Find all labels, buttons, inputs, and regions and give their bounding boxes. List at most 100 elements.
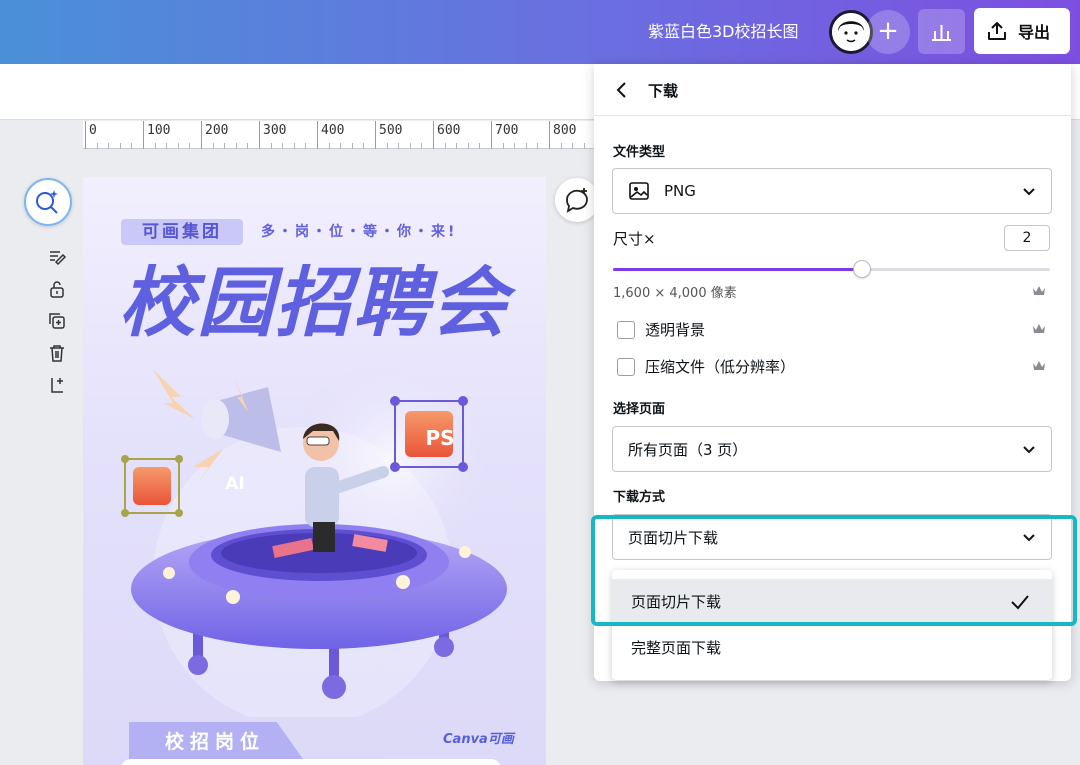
download-method-label: 下载方式 bbox=[613, 490, 666, 505]
ruler-minor-tick bbox=[224, 143, 226, 149]
unlock-icon[interactable] bbox=[46, 278, 68, 300]
duplicate-icon[interactable] bbox=[46, 310, 68, 332]
crown-icon bbox=[1033, 286, 1045, 295]
add-comment-button[interactable] bbox=[555, 178, 599, 222]
ruler-tick bbox=[491, 121, 492, 149]
menu-option-label: 页面切片下载 bbox=[631, 593, 722, 611]
ruler-label: 700 bbox=[495, 123, 519, 138]
ruler-label: 500 bbox=[379, 123, 403, 138]
insights-button[interactable] bbox=[918, 9, 965, 54]
ruler-minor-tick bbox=[270, 143, 272, 149]
magnifier-sparkle-icon bbox=[36, 190, 58, 214]
ruler-minor-tick bbox=[189, 143, 191, 149]
transparent-bg-checkbox[interactable] bbox=[617, 320, 635, 339]
trash-icon[interactable] bbox=[46, 342, 68, 364]
ruler-tick bbox=[259, 121, 260, 149]
panel-header: 下载 bbox=[594, 64, 1071, 116]
ruler-minor-tick bbox=[467, 143, 469, 149]
bar-chart-icon bbox=[932, 25, 951, 41]
ruler-tick bbox=[549, 121, 550, 149]
size-slider-thumb[interactable] bbox=[853, 260, 872, 278]
horizontal-ruler: 0 100 200 300 400 500 600 700 800 bbox=[83, 121, 603, 149]
ruler-label: 400 bbox=[321, 123, 345, 138]
ruler-tick bbox=[433, 121, 434, 149]
file-type-label: 文件类型 bbox=[613, 145, 666, 160]
select-pages-dropdown[interactable]: 所有页面（3 页） bbox=[612, 426, 1052, 472]
ruler-minor-tick bbox=[108, 143, 110, 149]
size-label: 尺寸× bbox=[613, 230, 656, 248]
ps-badge: PS bbox=[425, 426, 455, 450]
ruler-minor-tick bbox=[282, 143, 284, 149]
export-button[interactable]: 导出 bbox=[974, 8, 1070, 54]
ruler-tick bbox=[375, 121, 376, 149]
image-icon bbox=[629, 182, 649, 200]
compress-file-option[interactable]: 压缩文件（低分辨率） bbox=[617, 356, 795, 377]
ruler-minor-tick bbox=[514, 143, 516, 149]
ruler-minor-tick bbox=[456, 143, 458, 149]
compress-file-checkbox[interactable] bbox=[617, 357, 635, 376]
ruler-minor-tick bbox=[351, 143, 353, 149]
ruler-label: 100 bbox=[147, 123, 171, 138]
size-input[interactable]: 2 bbox=[1004, 225, 1050, 251]
file-type-select[interactable]: PNG bbox=[612, 168, 1052, 214]
download-method-value: 页面切片下载 bbox=[628, 528, 719, 547]
ruler-tick bbox=[143, 121, 144, 149]
download-method-menu: 页面切片下载 完整页面下载 bbox=[612, 570, 1052, 680]
ruler-minor-tick bbox=[328, 143, 330, 149]
ruler-minor-tick bbox=[525, 143, 527, 149]
file-type-value: PNG bbox=[664, 182, 696, 200]
company-tag: 可画集团 bbox=[121, 219, 243, 245]
ruler-minor-tick bbox=[409, 143, 411, 149]
menu-option-full[interactable]: 完整页面下载 bbox=[612, 625, 1052, 671]
ruler-label: 200 bbox=[205, 123, 229, 138]
positions-card bbox=[121, 759, 501, 765]
transparent-bg-label: 透明背景 bbox=[645, 321, 706, 339]
comment-plus-icon bbox=[566, 188, 588, 213]
ruler-minor-tick bbox=[340, 143, 342, 149]
magic-search-button[interactable] bbox=[24, 178, 72, 226]
document-title[interactable]: 紫蓝白色3D校招长图 bbox=[648, 20, 799, 44]
ufo-illustration bbox=[121, 367, 507, 717]
crown-icon bbox=[1033, 324, 1045, 333]
ruler-minor-tick bbox=[177, 143, 179, 149]
ruler-minor-tick bbox=[235, 143, 237, 149]
canva-logo: Canva可画 bbox=[443, 732, 514, 747]
export-label: 导出 bbox=[1018, 23, 1051, 42]
ruler-minor-tick bbox=[212, 143, 214, 149]
notes-icon[interactable] bbox=[46, 247, 68, 269]
panel-title: 下载 bbox=[648, 82, 679, 100]
add-page-icon[interactable] bbox=[46, 374, 68, 396]
menu-option-slice[interactable]: 页面切片下载 bbox=[612, 579, 1052, 625]
ruler-minor-tick bbox=[583, 143, 585, 149]
chevron-down-icon bbox=[1023, 446, 1035, 454]
ruler-minor-tick bbox=[537, 143, 539, 149]
ruler-label: 600 bbox=[437, 123, 461, 138]
slogan-text: 多・岗・位・等・你・来! bbox=[261, 224, 458, 240]
ruler-minor-tick bbox=[421, 143, 423, 149]
ruler-minor-tick bbox=[166, 143, 168, 149]
ruler-tick bbox=[85, 121, 86, 149]
ruler-minor-tick bbox=[479, 143, 481, 149]
download-panel: 下载 文件类型 PNG 尺寸× 2 1,600 × 4,000 像素 透明背景 … bbox=[594, 64, 1071, 681]
checkmark-icon bbox=[1011, 595, 1029, 610]
chevron-down-icon bbox=[1023, 188, 1035, 196]
size-slider[interactable] bbox=[613, 260, 1050, 278]
ruler-minor-tick bbox=[386, 143, 388, 149]
download-method-dropdown[interactable]: 页面切片下载 bbox=[612, 514, 1052, 560]
ruler-minor-tick bbox=[96, 143, 98, 149]
back-chevron-icon[interactable] bbox=[612, 80, 632, 100]
top-bar: 紫蓝白色3D校招长图 + 导出 bbox=[0, 0, 1080, 64]
transparent-bg-option[interactable]: 透明背景 bbox=[617, 319, 705, 340]
design-canvas[interactable]: 可画集团 多・岗・位・等・你・来! 校园招聘会 PS AI 校招岗位 Canva… bbox=[83, 177, 546, 765]
ruler-minor-tick bbox=[247, 143, 249, 149]
ruler-tick bbox=[201, 121, 202, 149]
invite-button[interactable]: + bbox=[866, 10, 910, 54]
ruler-tick bbox=[317, 121, 318, 149]
ai-badge: AI bbox=[225, 474, 245, 494]
ruler-minor-tick bbox=[560, 143, 562, 149]
select-pages-value: 所有页面（3 页） bbox=[628, 440, 748, 459]
ruler-minor-tick bbox=[398, 143, 400, 149]
ruler-minor-tick bbox=[363, 143, 365, 149]
ruler-label: 300 bbox=[263, 123, 287, 138]
dimensions-text: 1,600 × 4,000 像素 bbox=[613, 286, 737, 301]
